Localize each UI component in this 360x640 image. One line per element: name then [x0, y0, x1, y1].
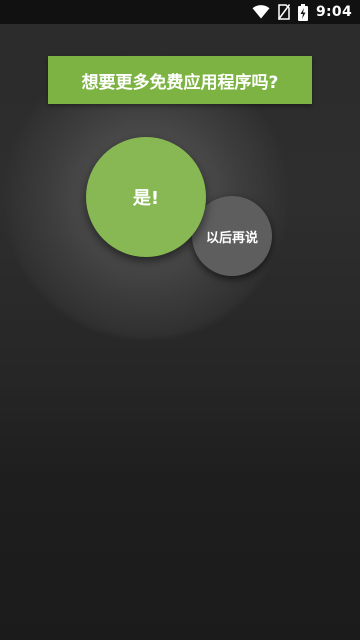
status-icons: 9:04: [252, 0, 352, 24]
wifi-icon: [252, 5, 270, 19]
dialog-title: 想要更多免费应用程序吗?: [48, 56, 312, 104]
status-bar: 9:04: [0, 0, 360, 24]
yes-button[interactable]: 是!: [86, 137, 206, 257]
status-time: 9:04: [315, 4, 352, 20]
no-sim-icon: [277, 4, 290, 20]
battery-charging-icon: [297, 3, 308, 21]
